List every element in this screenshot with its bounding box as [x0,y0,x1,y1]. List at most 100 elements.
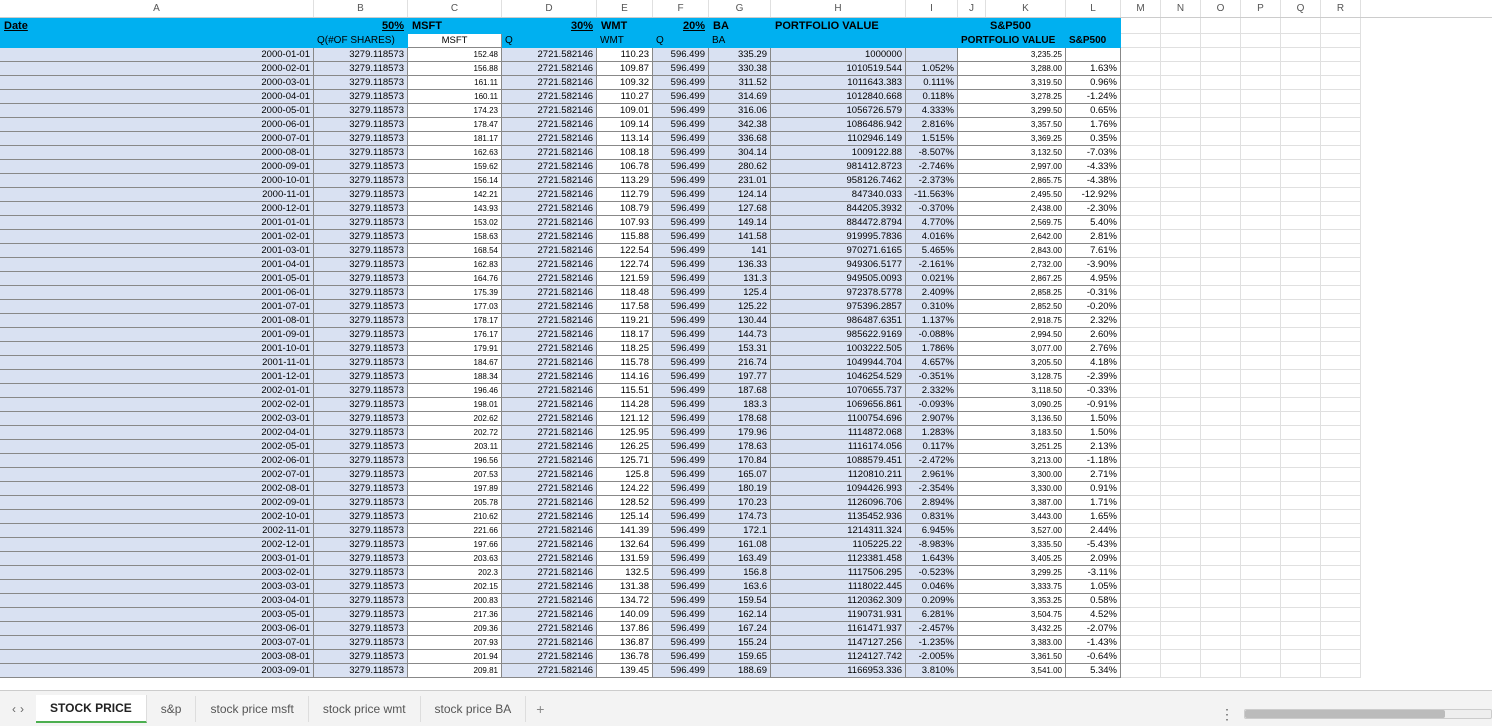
cell-M[interactable] [1121,496,1161,510]
cell-K[interactable]: 3,205.50 [986,356,1066,370]
cell-Q[interactable] [1281,62,1321,76]
cell-P[interactable] [1241,566,1281,580]
cell-K[interactable]: 3,504.75 [986,608,1066,622]
cell-D[interactable]: 2721.582146 [502,272,597,286]
cell-E[interactable]: 115.51 [597,384,653,398]
cell-C[interactable]: 159.62 [408,160,502,174]
cell-A[interactable]: 2002-10-01 [0,510,314,524]
cell-H[interactable]: 1069656.861 [771,398,906,412]
cell-K[interactable]: 3,183.50 [986,426,1066,440]
cell-F[interactable]: 596.499 [653,384,709,398]
cell-N[interactable] [1161,286,1201,300]
cell-N[interactable] [1161,230,1201,244]
cell-N[interactable] [1161,258,1201,272]
cell-E[interactable]: 121.59 [597,272,653,286]
header1-cell-P[interactable] [1241,18,1281,34]
cell-F[interactable]: 596.499 [653,314,709,328]
cell-A[interactable]: 2000-01-01 [0,48,314,62]
cell-Q[interactable] [1281,328,1321,342]
cell-O[interactable] [1201,174,1241,188]
cell-C[interactable]: 179.91 [408,342,502,356]
cell-J[interactable] [958,650,986,664]
cell-J[interactable] [958,272,986,286]
cell-K[interactable]: 3,353.25 [986,594,1066,608]
header1-cell-N[interactable] [1161,18,1201,34]
cell-Q[interactable] [1281,524,1321,538]
cell-L[interactable]: -4.38% [1066,174,1121,188]
cell-Q[interactable] [1281,636,1321,650]
cell-H[interactable]: 1012840.668 [771,90,906,104]
cell-K[interactable]: 3,128.75 [986,370,1066,384]
cell-D[interactable]: 2721.582146 [502,230,597,244]
cell-G[interactable]: 125.4 [709,286,771,300]
column-header-B[interactable]: B [314,0,408,17]
cell-E[interactable]: 134.72 [597,594,653,608]
cell-L[interactable]: 4.95% [1066,272,1121,286]
cell-C[interactable]: 217.36 [408,608,502,622]
cell-I[interactable]: 1.052% [906,62,958,76]
cell-H[interactable]: 1123381.458 [771,552,906,566]
cell-R[interactable] [1321,202,1361,216]
cell-I[interactable]: -8.983% [906,538,958,552]
column-header-O[interactable]: O [1201,0,1241,17]
cell-H[interactable]: 1056726.579 [771,104,906,118]
cell-J[interactable] [958,328,986,342]
cell-L[interactable]: 0.91% [1066,482,1121,496]
cell-P[interactable] [1241,440,1281,454]
cell-Q[interactable] [1281,538,1321,552]
cell-H[interactable]: 919995.7836 [771,230,906,244]
cell-Q[interactable] [1281,258,1321,272]
cell-A[interactable]: 2001-03-01 [0,244,314,258]
cell-J[interactable] [958,566,986,580]
column-header-D[interactable]: D [502,0,597,17]
cell-G[interactable]: 187.68 [709,384,771,398]
cell-I[interactable]: 4.016% [906,230,958,244]
cell-A[interactable]: 2003-04-01 [0,594,314,608]
cell-E[interactable]: 118.48 [597,286,653,300]
cell-L[interactable]: 2.44% [1066,524,1121,538]
cell-R[interactable] [1321,622,1361,636]
cell-N[interactable] [1161,174,1201,188]
cell-F[interactable]: 596.499 [653,286,709,300]
cell-P[interactable] [1241,300,1281,314]
cell-P[interactable] [1241,314,1281,328]
cell-R[interactable] [1321,650,1361,664]
cell-I[interactable]: 1.643% [906,552,958,566]
cell-G[interactable]: 179.96 [709,426,771,440]
cell-D[interactable]: 2721.582146 [502,510,597,524]
cell-O[interactable] [1201,76,1241,90]
cell-O[interactable] [1201,188,1241,202]
cell-R[interactable] [1321,426,1361,440]
cell-H[interactable]: 958126.7462 [771,174,906,188]
cell-L[interactable]: -2.30% [1066,202,1121,216]
cell-L[interactable]: 2.71% [1066,468,1121,482]
cell-K[interactable]: 2,852.50 [986,300,1066,314]
cell-I[interactable]: 1.515% [906,132,958,146]
cell-R[interactable] [1321,482,1361,496]
cell-C[interactable]: 181.17 [408,132,502,146]
cell-K[interactable]: 3,213.00 [986,454,1066,468]
cell-H[interactable]: 1135452.936 [771,510,906,524]
sheet-tab[interactable]: s&p [147,696,197,722]
cell-M[interactable] [1121,328,1161,342]
cell-R[interactable] [1321,174,1361,188]
cell-E[interactable]: 114.28 [597,398,653,412]
header1-cell-H[interactable]: PORTFOLIO VALUE [771,18,906,34]
cell-B[interactable]: 3279.118573 [314,426,408,440]
cell-B[interactable]: 3279.118573 [314,552,408,566]
cell-R[interactable] [1321,300,1361,314]
cell-L[interactable]: -0.64% [1066,650,1121,664]
cell-Q[interactable] [1281,244,1321,258]
cell-G[interactable]: 130.44 [709,314,771,328]
cell-K[interactable]: 3,383.00 [986,636,1066,650]
cell-K[interactable]: 3,090.25 [986,398,1066,412]
cell-L[interactable]: 5.34% [1066,664,1121,678]
cell-M[interactable] [1121,384,1161,398]
cell-J[interactable] [958,104,986,118]
cell-N[interactable] [1161,454,1201,468]
header1-cell-R[interactable] [1321,18,1361,34]
cell-M[interactable] [1121,258,1161,272]
cell-O[interactable] [1201,398,1241,412]
cell-O[interactable] [1201,426,1241,440]
header1-cell-Q[interactable] [1281,18,1321,34]
